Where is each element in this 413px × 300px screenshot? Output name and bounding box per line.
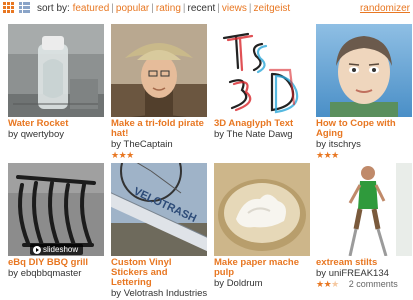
- by-label: by: [316, 139, 327, 150]
- project-card: Water Rocket by qwertyboy: [8, 24, 104, 140]
- sort-separator: |: [111, 3, 114, 14]
- project-title-link[interactable]: extream stilts: [316, 258, 412, 268]
- sort-zeitgeist-link[interactable]: zeitgeist: [254, 3, 291, 14]
- project-card: extream stilts by uniFREAK134 ★★★ 2 comme…: [316, 163, 412, 289]
- project-byline: by Velotrash Industries: [111, 288, 207, 299]
- project-thumbnail[interactable]: slideshow: [8, 163, 104, 256]
- sort-rating-link[interactable]: rating: [156, 3, 181, 14]
- by-label: by: [111, 288, 122, 299]
- sort-separator: |: [182, 3, 186, 14]
- sort-separator: |: [151, 3, 154, 14]
- project-thumbnail[interactable]: [8, 24, 104, 117]
- star-icon: ★: [316, 150, 324, 160]
- star-icon: ★: [126, 150, 134, 160]
- rating-stars: ★★★: [316, 150, 412, 160]
- star-icon: ★: [111, 150, 119, 160]
- project-thumbnail[interactable]: [214, 163, 310, 256]
- by-label: by: [316, 268, 327, 279]
- project-thumbnail[interactable]: [111, 24, 207, 117]
- author-name[interactable]: ebqbbqmaster: [21, 268, 82, 279]
- sort-featured-link[interactable]: featured: [73, 3, 110, 14]
- by-label: by: [214, 278, 225, 289]
- sort-options: sort by: featured | popular | rating | recent |…: [37, 3, 290, 14]
- author-name[interactable]: Doldrum: [227, 278, 263, 289]
- sort-views-link[interactable]: views: [222, 3, 247, 14]
- sort-separator: |: [248, 3, 252, 14]
- project-card: 3D Anaglyph Text by The Nate Dawg: [214, 24, 310, 140]
- rating-stars: ★★★: [111, 150, 207, 160]
- project-card: Make paper mache pulp by Doldrum: [214, 163, 310, 289]
- rating-stars: ★★★ 2 comments: [316, 279, 412, 289]
- sort-toolbar: sort by: featured | popular | rating | recent |…: [0, 0, 413, 17]
- project-title-link[interactable]: eBq DIY BBQ grill: [8, 258, 104, 268]
- author-name[interactable]: itschrys: [329, 139, 361, 150]
- project-title-link[interactable]: Custom Vinyl Stickers and Lettering: [111, 258, 207, 288]
- author-name[interactable]: uniFREAK134: [329, 268, 389, 279]
- list-view-icon[interactable]: [19, 2, 31, 14]
- by-label: by: [214, 129, 225, 140]
- project-byline: by uniFREAK134: [316, 268, 412, 279]
- by-label: by: [8, 268, 19, 279]
- project-card: VELOTRASH Custom Vinyl Stickers and Lett…: [111, 163, 207, 300]
- randomizer-link[interactable]: randomizer: [360, 3, 410, 14]
- project-byline: by TheCaptain: [111, 139, 207, 150]
- sort-separator: |: [217, 3, 220, 14]
- project-title-link[interactable]: Make paper mache pulp: [214, 258, 310, 278]
- sort-popular-link[interactable]: popular: [116, 3, 149, 14]
- half-star-icon: ★: [331, 279, 339, 289]
- project-byline: by itschrys: [316, 139, 412, 150]
- author-name[interactable]: TheCaptain: [124, 139, 173, 150]
- grid-view-icon[interactable]: [3, 2, 15, 14]
- star-icon: ★: [316, 279, 324, 289]
- project-title-link[interactable]: Water Rocket: [8, 119, 104, 129]
- project-card: slideshow eBq DIY BBQ grill by ebqbbqmas…: [8, 163, 104, 279]
- project-thumbnail[interactable]: [214, 24, 310, 117]
- author-name[interactable]: Velotrash Industries: [124, 288, 207, 299]
- project-thumbnail[interactable]: [316, 24, 412, 117]
- play-icon: [33, 245, 41, 254]
- author-name[interactable]: The Nate Dawg: [227, 129, 293, 140]
- project-card: How to Cope with Aging by itschrys ★★★: [316, 24, 412, 160]
- project-title-link[interactable]: 3D Anaglyph Text: [214, 119, 310, 129]
- comments-link[interactable]: 2 comments: [349, 279, 398, 289]
- project-card: Make a tri-fold pirate hat! by TheCaptai…: [111, 24, 207, 160]
- project-byline: by ebqbbqmaster: [8, 268, 104, 279]
- project-thumbnail[interactable]: VELOTRASH: [111, 163, 207, 256]
- slideshow-badge[interactable]: slideshow: [30, 244, 84, 255]
- by-label: by: [8, 129, 19, 140]
- project-byline: by Doldrum: [214, 278, 310, 289]
- sort-label: sort by:: [37, 3, 70, 14]
- project-byline: by The Nate Dawg: [214, 129, 310, 140]
- star-icon: ★: [331, 150, 339, 160]
- project-title-link[interactable]: How to Cope with Aging: [316, 119, 412, 139]
- project-thumbnail[interactable]: [316, 163, 412, 256]
- project-title-link[interactable]: Make a tri-fold pirate hat!: [111, 119, 207, 139]
- author-name[interactable]: qwertyboy: [21, 129, 64, 140]
- sort-recent-current: recent: [187, 3, 216, 14]
- badge-label: slideshow: [43, 245, 79, 254]
- project-byline: by qwertyboy: [8, 129, 104, 140]
- by-label: by: [111, 139, 122, 150]
